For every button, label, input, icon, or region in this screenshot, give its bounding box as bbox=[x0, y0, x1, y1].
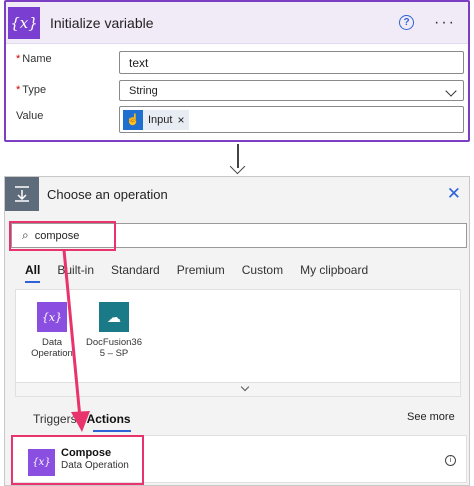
remove-token-icon[interactable]: × bbox=[177, 113, 184, 127]
active-action-tab-indicator bbox=[93, 430, 131, 432]
card-header: Choose an operation ✕ bbox=[5, 177, 469, 211]
tab-custom[interactable]: Custom bbox=[242, 263, 283, 277]
chevron-down-icon bbox=[240, 382, 250, 392]
card-title: Choose an operation bbox=[47, 186, 168, 202]
variable-icon: {x} bbox=[8, 6, 40, 39]
data-operation-icon: {x} bbox=[37, 302, 67, 332]
tab-triggers[interactable]: Triggers bbox=[33, 412, 77, 426]
card-header[interactable]: {x} Initialize variable ? ··· bbox=[6, 2, 468, 44]
name-label: * Name bbox=[16, 53, 52, 65]
connector-tabs: All Built-in Standard Premium Custom My … bbox=[25, 263, 385, 277]
type-select[interactable]: String bbox=[119, 80, 464, 101]
docfusion-cloud-icon: ☁ bbox=[99, 302, 129, 332]
operation-icon bbox=[5, 177, 39, 211]
close-icon[interactable]: ✕ bbox=[447, 184, 461, 204]
choose-operation-card[interactable]: Choose an operation ✕ ⌕ compose All Buil… bbox=[4, 176, 470, 486]
expand-connectors-bar[interactable] bbox=[15, 382, 461, 397]
connector-label: DocFusion36 bbox=[86, 337, 142, 348]
name-label-text: Name bbox=[22, 53, 52, 65]
action-tabs: Triggers Actions bbox=[33, 412, 141, 426]
required-mark: * bbox=[16, 53, 21, 65]
name-field-value: text bbox=[129, 55, 149, 70]
tab-built-in[interactable]: Built-in bbox=[57, 263, 94, 277]
tab-actions[interactable]: Actions bbox=[87, 412, 131, 426]
type-label: * Type bbox=[16, 84, 46, 96]
see-more-link[interactable]: See more bbox=[407, 411, 455, 423]
input-token[interactable]: ☝ Input × bbox=[123, 109, 190, 130]
name-field[interactable]: text bbox=[119, 51, 464, 74]
tab-my-clipboard[interactable]: My clipboard bbox=[300, 263, 368, 277]
initialize-variable-card[interactable]: {x} Initialize variable ? ··· * Name text… bbox=[4, 0, 470, 142]
connector-label: Data bbox=[41, 337, 63, 348]
connectors-panel: {x} Data Operation ☁ DocFusion36 5 – SP bbox=[15, 289, 461, 383]
import-icon bbox=[15, 186, 29, 202]
connector-label: Operation bbox=[31, 348, 73, 359]
tab-standard[interactable]: Standard bbox=[111, 263, 160, 277]
flow-arrow-icon bbox=[229, 158, 246, 175]
token-label: Input bbox=[148, 113, 173, 126]
value-label: Value bbox=[16, 110, 44, 122]
hand-icon: ☝ bbox=[123, 109, 143, 130]
type-select-value: String bbox=[129, 84, 158, 97]
more-options-icon[interactable]: ··· bbox=[434, 14, 456, 32]
active-tab-indicator bbox=[25, 281, 40, 283]
chevron-down-icon bbox=[445, 85, 457, 97]
help-icon[interactable]: ? bbox=[399, 15, 415, 30]
connector-label: 5 – SP bbox=[99, 348, 129, 359]
info-icon[interactable]: i bbox=[445, 455, 456, 466]
required-mark: * bbox=[16, 84, 21, 96]
card-title: Initialize variable bbox=[50, 14, 154, 31]
type-label-text: Type bbox=[22, 84, 47, 96]
connector-docfusion[interactable]: ☁ DocFusion36 5 – SP bbox=[84, 302, 144, 359]
tab-all[interactable]: All bbox=[25, 263, 40, 277]
compose-highlight-box bbox=[11, 435, 144, 485]
tab-premium[interactable]: Premium bbox=[177, 263, 225, 277]
value-field[interactable]: ☝ Input × bbox=[119, 106, 464, 133]
search-highlight-box bbox=[9, 221, 116, 251]
connector-data-operation[interactable]: {x} Data Operation bbox=[22, 302, 82, 359]
